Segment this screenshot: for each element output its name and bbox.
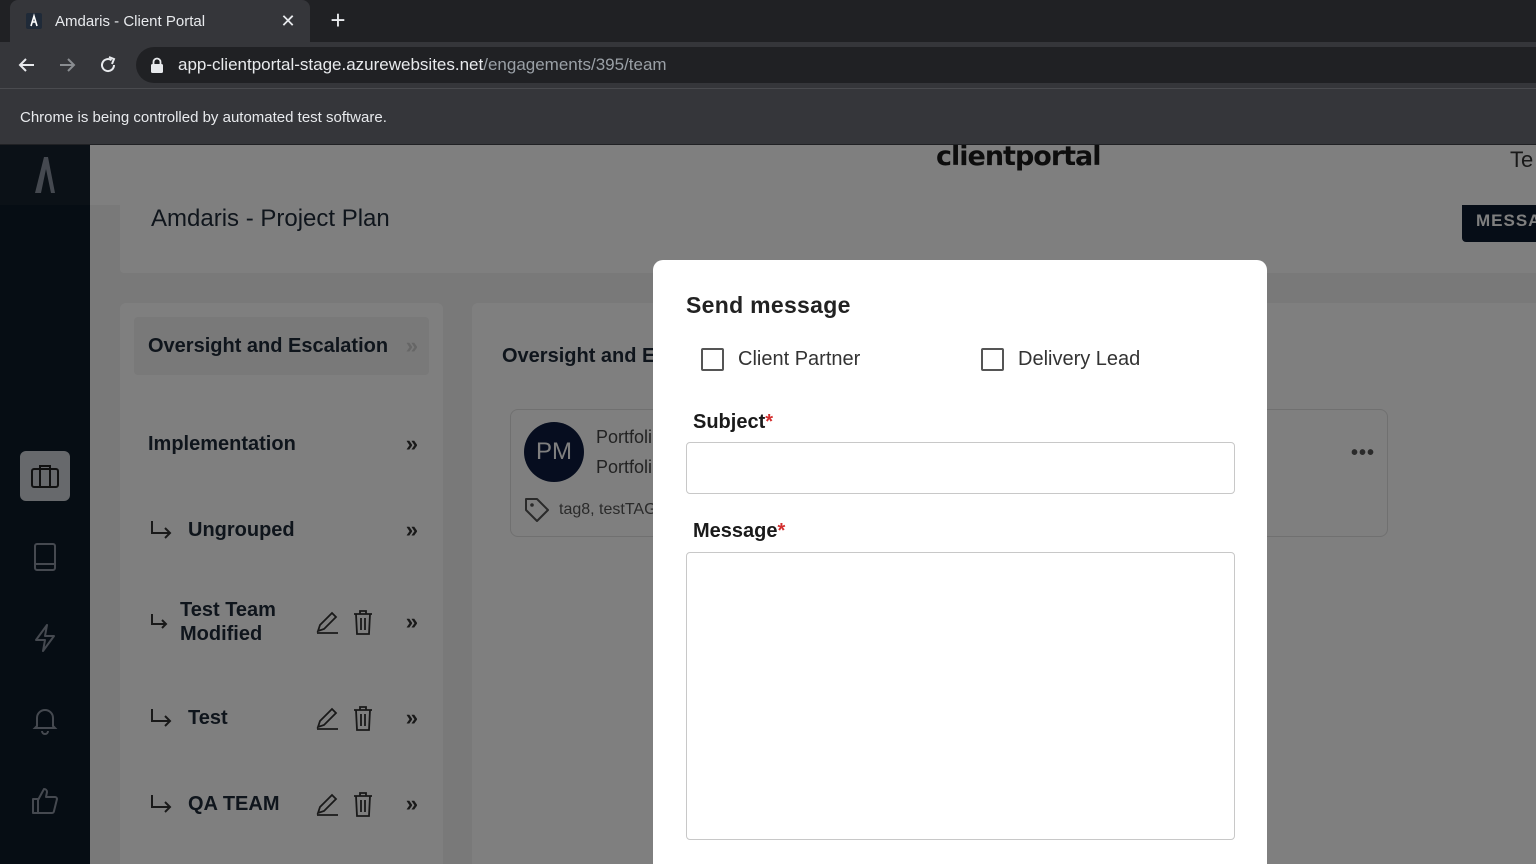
client-partner-checkbox[interactable]: Client Partner [701,348,860,371]
checkbox-label: Delivery Lead [1018,348,1141,370]
subject-label: Subject* [693,411,774,433]
infobar-text: Chrome is being controlled by automated … [20,109,387,126]
back-arrow-icon [18,58,34,72]
url-host: app-clientportal-stage.azurewebsites.net [178,55,484,74]
subject-input[interactable] [686,442,1235,494]
message-label: Message* [693,520,786,542]
reload-icon [101,56,116,73]
delivery-lead-checkbox[interactable]: Delivery Lead [981,348,1140,371]
required-mark: * [777,520,786,542]
address-bar[interactable]: app-clientportal-stage.azurewebsites.net… [136,47,1536,83]
send-message-dialog: Send message Client Partner Delivery Lea… [653,260,1267,864]
forward-arrow-icon [60,58,76,72]
amdaris-favicon-icon [26,13,42,29]
browser-tab[interactable]: Amdaris - Client Portal ✕ [10,0,310,42]
checkbox-label: Client Partner [738,348,861,370]
required-mark: * [765,411,774,433]
forward-button[interactable] [55,53,79,77]
automation-infobar: Chrome is being controlled by automated … [0,88,1536,145]
reload-button[interactable] [96,53,120,77]
url-path: /engagements/395/team [483,55,667,74]
checkbox-box[interactable] [981,348,1004,371]
tab-title: Amdaris - Client Portal [55,12,206,30]
new-tab-button[interactable]: + [326,7,350,34]
close-tab-icon[interactable]: ✕ [278,11,298,32]
back-button[interactable] [15,53,39,77]
dialog-title: Send message [686,292,851,318]
message-textarea[interactable] [686,552,1235,840]
checkbox-box[interactable] [701,348,724,371]
lock-icon [150,57,166,73]
browser-tab-bar: Amdaris - Client Portal ✕ + [0,0,1536,42]
browser-toolbar: app-clientportal-stage.azurewebsites.net… [0,42,1536,88]
